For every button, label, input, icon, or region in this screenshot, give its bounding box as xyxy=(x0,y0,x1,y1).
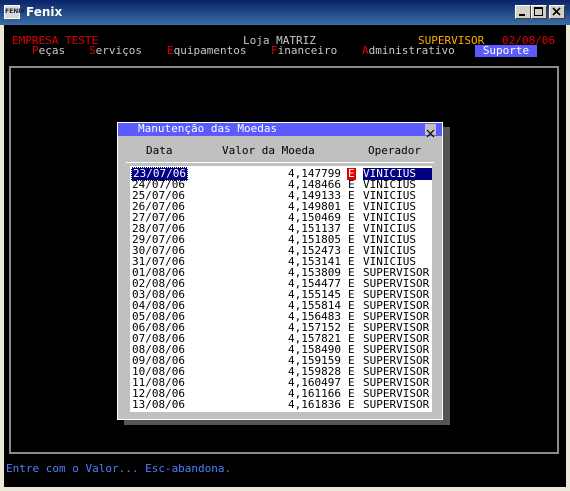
title-bar[interactable]: FENIX Fenix xyxy=(0,0,570,25)
column-header-value: Valor da Moeda xyxy=(222,144,315,157)
dialog-title: Manutenção das Moedas xyxy=(138,122,278,135)
close-button[interactable] xyxy=(549,5,565,19)
column-header-operator: Operador xyxy=(368,144,421,157)
menu-equipamentos[interactable]: Equipamentos xyxy=(167,45,246,57)
column-header-date: Data xyxy=(146,144,173,157)
value-cell: 4,161836 xyxy=(288,398,341,411)
minimize-icon xyxy=(519,14,525,16)
currency-maintenance-dialog: Manutenção das Moedas Data Valor da Moed… xyxy=(117,122,443,420)
flag-cell: E xyxy=(348,398,355,411)
currency-list[interactable]: 23/07/06 4,147799 E VINICIUS 24/07/06 4,14846… xyxy=(130,166,432,412)
minimize-button[interactable] xyxy=(515,5,531,19)
operator-cell: SUPERVISOR xyxy=(363,398,430,411)
dialog-title-bar[interactable]: Manutenção das Moedas xyxy=(118,122,442,138)
status-message: Entre com o Valor... Esc-abandona. xyxy=(6,462,232,475)
dialog-close-button[interactable] xyxy=(425,124,436,138)
menu-servicos[interactable]: Serviços xyxy=(89,45,142,57)
menu-financeiro[interactable]: Financeiro xyxy=(271,45,337,57)
header-divider xyxy=(126,162,434,163)
close-icon xyxy=(552,7,561,16)
list-item[interactable]: 13/08/06 4,161836 E SUPERVISOR xyxy=(130,398,432,411)
menu-administrativo[interactable]: Administrativo xyxy=(362,45,455,57)
date-cell: 13/08/06 xyxy=(132,398,185,411)
window-title: Fenix xyxy=(26,5,63,19)
menu-suporte[interactable]: Suporte xyxy=(475,45,537,57)
close-icon xyxy=(426,129,435,138)
fenix-app-icon: FENIX xyxy=(4,5,25,19)
maximize-icon xyxy=(534,7,543,16)
maximize-button[interactable] xyxy=(531,5,547,19)
terminal-area: EMPRESA TESTE Loja MATRIZ SUPERVISOR 02/… xyxy=(4,25,566,487)
menu-pecas[interactable]: Peças xyxy=(32,45,65,57)
